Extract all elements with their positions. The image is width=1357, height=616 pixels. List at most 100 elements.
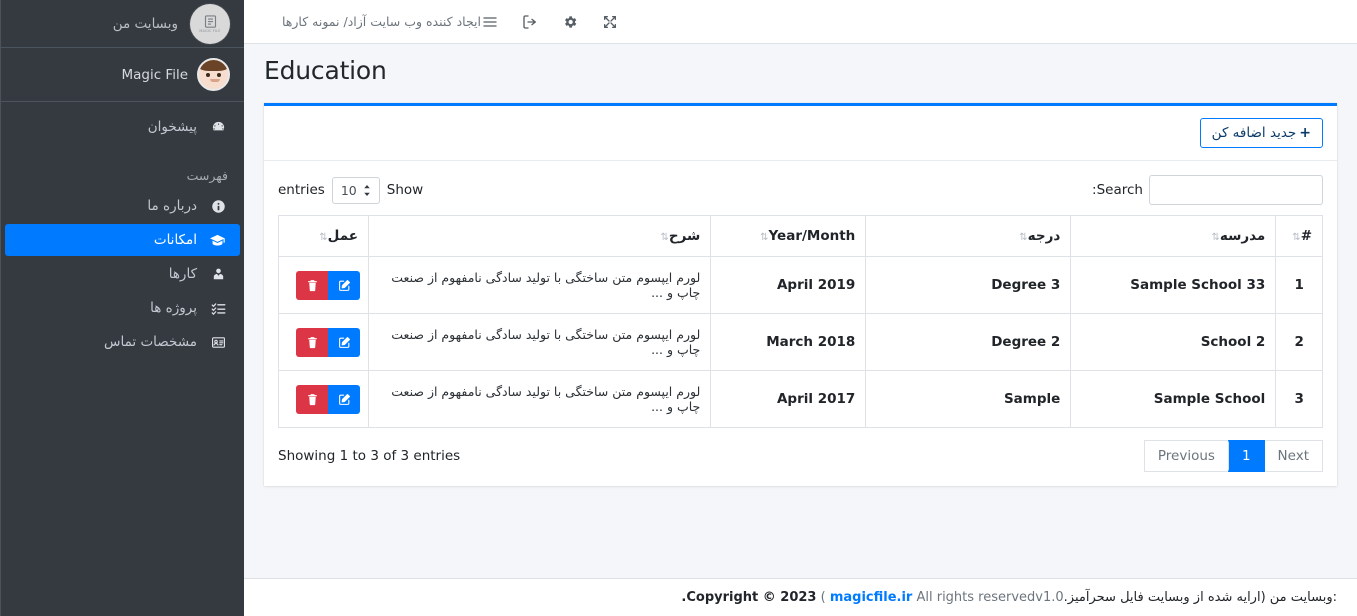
sidebar-user-panel[interactable]: Magic File <box>1 48 244 102</box>
cell-description: لورم ایپسوم متن ساختگی با تولید سادگی نا… <box>367 256 712 314</box>
edit-pencil-square-icon <box>338 336 351 349</box>
trash-icon <box>306 279 319 292</box>
footer: :وبسایت من (ارایه شده از وبسایت فایل سحر… <box>244 578 1357 616</box>
page-length-value: 10 <box>340 182 357 198</box>
brand-title: وبسایت من <box>112 15 178 32</box>
cell-school: Sample School <box>1070 370 1277 428</box>
plus-icon: + <box>1299 125 1311 141</box>
delete-button[interactable] <box>296 384 328 414</box>
column-label: عمل <box>327 228 358 244</box>
column-header-number[interactable]: #⇅ <box>1275 215 1323 257</box>
app-root: MAGIC FILE وبسایت من Magic File پیشخوان <box>0 0 1357 616</box>
cell-school: Sample School 33 <box>1070 256 1277 314</box>
avatar-eye-left <box>206 73 210 77</box>
sort-icon: ⇅ <box>660 232 669 243</box>
footer-suffix: :وبسایت من (ارایه شده از وبسایت فایل سحر… <box>1063 590 1337 605</box>
topbar-breadcrumb: ایجاد کننده وب سایت آزاد/ نمونه کارها <box>282 14 481 29</box>
table-row: 2 School 2 Degree 2 March 2018 لورم ایپس… <box>278 313 1323 371</box>
delete-button[interactable] <box>296 327 328 357</box>
add-new-button-label: جدید اضافه کن <box>1211 125 1297 141</box>
page-length-select[interactable]: 10 <box>331 176 380 204</box>
edit-pencil-square-icon <box>338 279 351 292</box>
cell-year-month: March 2018 <box>710 313 867 371</box>
table-row: 3 Sample School Sample April 2017 لورم ا… <box>278 370 1323 428</box>
edit-button[interactable] <box>328 327 360 357</box>
sidebar-item-dashboard[interactable]: پیشخوان <box>5 111 240 143</box>
sidebar-item-education[interactable]: امکانات <box>5 224 240 256</box>
search-input[interactable] <box>1149 175 1323 205</box>
column-header-action[interactable]: عمل⇅ <box>278 215 369 257</box>
pagination-next[interactable]: Next <box>1263 440 1323 472</box>
edit-pencil-square-icon <box>338 393 351 406</box>
cell-description: لورم ایپسوم متن ساختگی با تولید سادگی نا… <box>367 370 712 428</box>
pagination-page-1[interactable]: 1 <box>1227 440 1265 472</box>
column-label: Year/Month <box>768 228 856 244</box>
fullscreen-expand-icon[interactable] <box>601 13 619 31</box>
cell-number: 2 <box>1275 313 1323 371</box>
column-header-year-month[interactable]: Year/Month⇅ <box>710 215 867 257</box>
column-header-school[interactable]: مدرسه⇅ <box>1070 215 1277 257</box>
show-label: Show <box>386 182 424 198</box>
card-header: + جدید اضافه کن <box>264 106 1337 161</box>
row-action-group <box>296 327 360 357</box>
pagination: Previous 1 Next <box>1143 440 1323 472</box>
column-header-description[interactable]: شرح⇅ <box>367 215 712 257</box>
logout-icon[interactable] <box>521 13 539 31</box>
table-header-row: #⇅ مدرسه⇅ درجه⇅ Year/Month⇅ شرح⇅ عمل⇅ <box>278 215 1323 257</box>
tasks-list-icon <box>206 301 226 316</box>
footer-link[interactable]: magicfile.ir <box>830 590 913 605</box>
row-action-group <box>296 384 360 414</box>
education-table: #⇅ مدرسه⇅ درجه⇅ Year/Month⇅ شرح⇅ عمل⇅ 1 … <box>278 215 1323 428</box>
search-control: Search: <box>1092 175 1323 205</box>
add-new-button[interactable]: + جدید اضافه کن <box>1199 118 1323 148</box>
gear-icon[interactable] <box>561 13 579 31</box>
sort-icon: ⇅ <box>760 232 769 243</box>
chevron-updown-icon <box>363 184 371 196</box>
education-card: + جدید اضافه کن Show 10 entries Search: … <box>264 103 1337 486</box>
user-tie-icon <box>206 267 226 282</box>
datatable-info: Showing 1 to 3 of 3 entries <box>278 448 461 464</box>
content-header: Education <box>244 44 1357 95</box>
edit-button[interactable] <box>328 384 360 414</box>
id-card-icon <box>206 335 226 350</box>
sidebar-item-about[interactable]: درباره ما <box>5 190 240 222</box>
avatar <box>197 58 230 91</box>
column-label: شرح <box>668 228 701 244</box>
datatable-toolbar: Show 10 entries Search: <box>278 171 1323 215</box>
sort-icon: ⇅ <box>319 232 328 243</box>
pagination-previous[interactable]: Previous <box>1143 440 1229 472</box>
entries-label: entries <box>278 182 325 198</box>
book-logo-icon <box>203 14 218 29</box>
cell-actions <box>278 370 369 428</box>
cell-school: School 2 <box>1070 313 1277 371</box>
sidebar-item-label: پیشخوان <box>147 119 197 135</box>
sidebar-item-label: درباره ما <box>147 198 197 214</box>
sidebar-item-contact[interactable]: مشخصات تماس <box>5 326 240 358</box>
cell-number: 3 <box>1275 370 1323 428</box>
sidebar-item-label: امکانات <box>153 232 197 248</box>
sidebar-brand[interactable]: MAGIC FILE وبسایت من <box>1 0 244 48</box>
delete-button[interactable] <box>296 270 328 300</box>
info-circle-icon <box>206 199 226 214</box>
sidebar-item-projects[interactable]: پروژه ها <box>5 292 240 324</box>
cell-year-month: April 2017 <box>710 370 867 428</box>
sort-icon: ⇅ <box>1211 232 1220 243</box>
page-title: Education <box>264 56 387 85</box>
column-label: درجه <box>1027 228 1061 244</box>
graduation-cap-icon <box>206 232 226 249</box>
edit-button[interactable] <box>328 270 360 300</box>
avatar-mouth <box>210 79 220 82</box>
column-label: مدرسه <box>1219 228 1266 244</box>
sidebar-item-label: مشخصات تماس <box>104 334 197 350</box>
cell-degree: Degree 3 <box>865 256 1072 314</box>
dashboard-gauge-icon <box>206 120 226 135</box>
cell-description: لورم ایپسوم متن ساختگی با تولید سادگی نا… <box>367 313 712 371</box>
avatar-eye-right <box>217 73 221 77</box>
card-body: Show 10 entries Search: #⇅ مدرسه⇅ درجه⇅ … <box>264 161 1337 486</box>
sidebar-item-works[interactable]: کارها <box>5 258 240 290</box>
column-header-degree[interactable]: درجه⇅ <box>865 215 1072 257</box>
hamburger-menu-icon[interactable] <box>481 13 499 31</box>
sidebar-user-name: Magic File <box>121 66 188 83</box>
brand-logo-text: MAGIC FILE <box>199 28 221 33</box>
